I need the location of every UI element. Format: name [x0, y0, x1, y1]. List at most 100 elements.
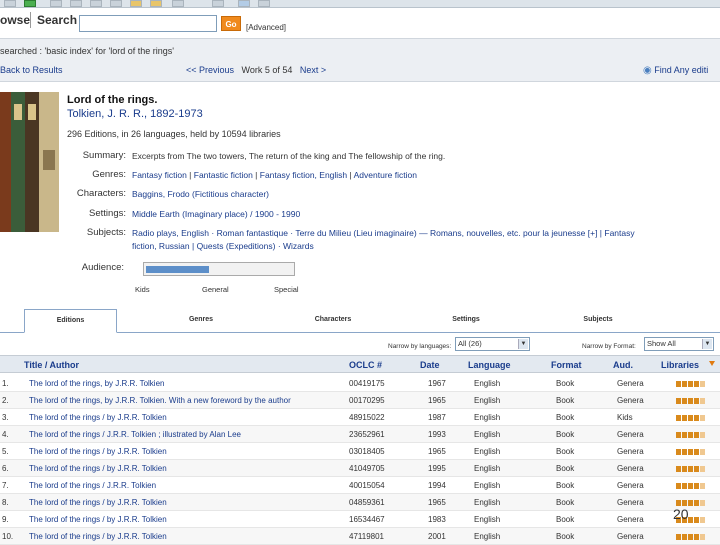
audience-scale-general: General — [202, 285, 229, 294]
edition-title-link[interactable]: The lord of the rings / by J.R.R. Tolkie… — [29, 464, 167, 473]
tab-settings[interactable]: Settings — [421, 309, 511, 333]
format-filter-select[interactable]: Show All ▼ — [644, 337, 714, 351]
table-row[interactable]: 6. The lord of the rings / by J.R.R. Tolk… — [0, 460, 720, 477]
cell-aud: Genera — [617, 498, 644, 507]
search-tab[interactable]: Search — [37, 13, 77, 27]
edition-title-link[interactable]: The lord of the rings / by J.R.R. Tolkie… — [29, 515, 167, 524]
table-row[interactable]: 4. The lord of the rings / J.R.R. Tolkien… — [0, 426, 720, 443]
table-row[interactable]: 3. The lord of the rings / by J.R.R. Tolk… — [0, 409, 720, 426]
back-to-results-link[interactable]: Back to Results — [0, 65, 63, 75]
cell-lang: English — [474, 481, 501, 490]
column-header-libraries[interactable]: Libraries — [661, 360, 699, 370]
advanced-search-link[interactable]: [Advanced] — [246, 23, 286, 32]
audience-scale-special: Special — [274, 285, 299, 294]
cell-date: 1995 — [428, 464, 446, 473]
table-row[interactable]: 2. The lord of the rings, by J.R.R. Tolki… — [0, 392, 720, 409]
tab-genres[interactable]: Genres — [156, 309, 246, 333]
cell-date: 1994 — [428, 481, 446, 490]
toolbar-icon[interactable] — [70, 0, 82, 7]
cell-oclc: 03018405 — [349, 447, 385, 456]
edition-title-link[interactable]: The lord of the rings, by J.R.R. Tolkien… — [29, 396, 291, 405]
browse-tab[interactable]: owse — [0, 13, 30, 27]
language-filter-select[interactable]: All (26) ▼ — [455, 337, 530, 351]
table-row[interactable]: 9. The lord of the rings / by J.R.R. Tolk… — [0, 511, 720, 528]
cell-aud: Genera — [617, 379, 644, 388]
cell-aud: Genera — [617, 447, 644, 456]
genre-link[interactable]: Fantasy fiction, English — [260, 170, 347, 180]
column-header-format[interactable]: Format — [551, 360, 582, 370]
tab-editions[interactable]: Editions — [24, 309, 117, 333]
pencil-icon[interactable] — [150, 0, 162, 7]
subject-links[interactable]: Radio plays, English · Roman fantastique… — [132, 228, 635, 238]
cell-oclc: 48915022 — [349, 413, 385, 422]
cell-n: 2. — [2, 396, 9, 405]
record-title: Lord of the rings. — [67, 94, 158, 106]
toolbar-icon[interactable] — [258, 0, 270, 7]
subjects-label: Subjects: — [86, 227, 126, 238]
cell-format: Book — [556, 379, 575, 388]
toolbar-icon[interactable] — [50, 0, 62, 7]
cell-oclc: 40015054 — [349, 481, 385, 490]
edition-title-link[interactable]: The lord of the rings / by J.R.R. Tolkie… — [29, 413, 167, 422]
character-link[interactable]: Baggins, Frodo (Fictitious character) — [132, 189, 269, 199]
settings-value: Middle Earth (Imaginary place) / 1900 - … — [132, 209, 300, 219]
genre-link[interactable]: Adventure fiction — [354, 170, 417, 180]
cell-lang: English — [474, 396, 501, 405]
next-link[interactable]: Next > — [300, 65, 326, 75]
edition-title-link[interactable]: The lord of the rings, by J.R.R. Tolkien — [29, 379, 164, 388]
edition-title-link[interactable]: The lord of the rings / by J.R.R. Tolkie… — [29, 498, 167, 507]
toolbar-icon[interactable] — [110, 0, 122, 7]
cell-format: Book — [556, 464, 575, 473]
subject-links[interactable]: fiction, Russian | Quests (Expeditions) … — [132, 241, 314, 251]
tab-characters[interactable]: Characters — [288, 309, 378, 333]
toolbar-icon[interactable] — [238, 0, 250, 7]
column-header-oclc[interactable]: OCLC # — [349, 360, 382, 370]
find-any-edition-link[interactable]: ◉ Find Any editi — [643, 65, 708, 76]
column-header-title[interactable]: Title / Author — [24, 360, 79, 370]
cell-format: Book — [556, 447, 575, 456]
cell-format: Book — [556, 396, 575, 405]
cell-aud: Genera — [617, 464, 644, 473]
refresh-icon[interactable] — [24, 0, 36, 7]
column-header-language[interactable]: Language — [468, 360, 511, 370]
genre-link[interactable]: Fantastic fiction — [194, 170, 253, 180]
record-author-link[interactable]: Tolkien, J. R. R., 1892-1973 — [67, 108, 203, 120]
sort-descending-icon[interactable] — [709, 361, 715, 366]
cell-n: 3. — [2, 413, 9, 422]
cell-n: 6. — [2, 464, 9, 473]
edition-title-link[interactable]: The lord of the rings / J.R.R. Tolkien ;… — [29, 430, 241, 439]
pencil-icon[interactable] — [130, 0, 142, 7]
toolbar-icon[interactable] — [90, 0, 102, 7]
cell-date: 1983 — [428, 515, 446, 524]
table-row[interactable]: 7. The lord of the rings / J.R.R. Tolkien… — [0, 477, 720, 494]
table-row[interactable]: 1. The lord of the rings, by J.R.R. Tolki… — [0, 375, 720, 392]
edition-title-link[interactable]: The lord of the rings / J.R.R. Tolkien — [29, 481, 156, 490]
libraries-holdings-bar — [676, 449, 706, 456]
setting-link[interactable]: Middle Earth (Imaginary place) / 1900 - … — [132, 209, 300, 219]
table-row[interactable]: 8. The lord of the rings / by J.R.R. Tolk… — [0, 494, 720, 511]
tab-subjects[interactable]: Subjects — [553, 309, 643, 333]
cell-n: 7. — [2, 481, 9, 490]
go-button[interactable]: Go — [221, 16, 241, 31]
cell-oclc: 23652961 — [349, 430, 385, 439]
cell-date: 1965 — [428, 498, 446, 507]
toolbar-icon[interactable] — [212, 0, 224, 7]
format-filter-label: Narrow by Format: — [582, 343, 636, 350]
cell-lang: English — [474, 413, 501, 422]
previous-link[interactable]: << Previous — [186, 65, 234, 75]
column-header-audience[interactable]: Aud. — [613, 360, 633, 370]
search-input[interactable] — [79, 15, 217, 32]
toolbar-icon[interactable] — [172, 0, 184, 7]
table-row[interactable]: 5. The lord of the rings / by J.R.R. Tolk… — [0, 443, 720, 460]
editions-summary: 296 Editions, in 26 languages, held by 1… — [67, 129, 281, 139]
table-row[interactable]: 10. The lord of the rings / by J.R.R. Tol… — [0, 528, 720, 545]
cell-oclc: 16534467 — [349, 515, 385, 524]
column-header-date[interactable]: Date — [420, 360, 440, 370]
summary-value: Excerpts from The two towers, The return… — [132, 151, 446, 161]
divider — [30, 12, 31, 28]
cell-date: 1967 — [428, 379, 446, 388]
genre-link[interactable]: Fantasy fiction — [132, 170, 187, 180]
toolbar-icon[interactable] — [4, 0, 16, 7]
edition-title-link[interactable]: The lord of the rings / by J.R.R. Tolkie… — [29, 447, 167, 456]
editions-table-header: Title / Author OCLC # Date Language Form… — [0, 355, 720, 373]
